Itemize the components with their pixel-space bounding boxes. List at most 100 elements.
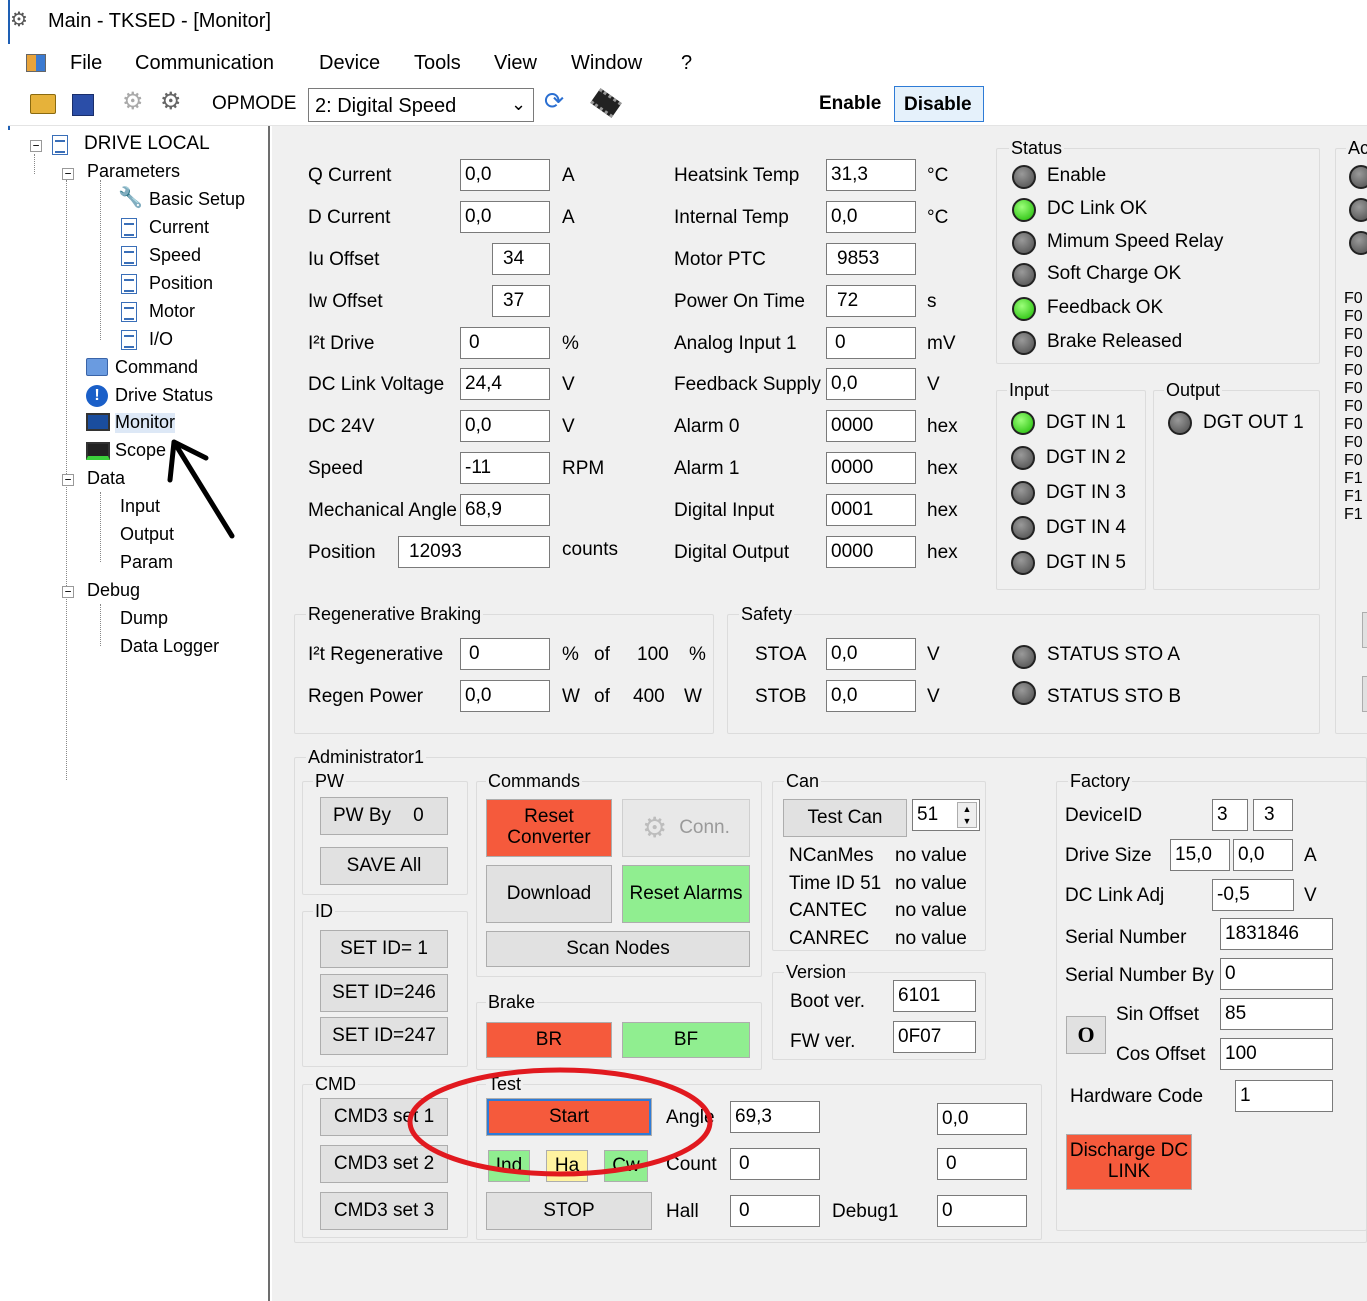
cantec-label: CANTEC — [789, 900, 868, 921]
canrec-label: CANREC — [789, 928, 870, 949]
drive-size-1[interactable]: 15,0 — [1170, 839, 1230, 871]
reset-converter-button[interactable]: Reset Converter — [486, 799, 612, 857]
menu-window[interactable]: Window — [571, 52, 642, 75]
menu-help[interactable]: ? — [681, 52, 692, 75]
reset-alarms-button[interactable]: Reset Alarms — [622, 865, 750, 923]
device-id-2[interactable]: 3 — [1253, 799, 1293, 831]
cmd3-set-3-button[interactable]: CMD3 set 3 — [320, 1192, 448, 1230]
open-folder-icon[interactable] — [30, 94, 56, 114]
gears-icon[interactable]: ⚙ — [160, 90, 182, 114]
tree-item-scope[interactable]: Scope — [115, 440, 166, 461]
set-id-246-button[interactable]: SET ID=246 — [320, 974, 448, 1012]
tree-collapse-icon[interactable]: − — [62, 168, 74, 180]
refresh-icon[interactable]: ⟳ — [544, 90, 564, 114]
opmode-select-value: 2: Digital Speed — [315, 95, 457, 117]
alarm-panel-button[interactable] — [1362, 612, 1367, 648]
tree-item-io[interactable]: I/O — [149, 329, 173, 350]
device-id-1[interactable]: 3 — [1212, 799, 1248, 831]
enable-button[interactable]: Enable — [819, 93, 881, 115]
opmode-label: OPMODE — [212, 93, 297, 114]
power-on-time-label: Power On Time — [674, 291, 805, 312]
discharge-dc-link-button[interactable]: Discharge DC LINK — [1066, 1134, 1192, 1190]
settings-gear-icon[interactable]: ⚙ — [122, 90, 144, 114]
hardware-code-value[interactable]: 1 — [1235, 1080, 1333, 1112]
menu-file[interactable]: File — [70, 52, 102, 75]
digital-input-unit: hex — [927, 500, 958, 521]
tree-item-speed[interactable]: Speed — [149, 245, 201, 266]
tree-item-command[interactable]: Command — [115, 357, 198, 378]
debug1-label: Debug1 — [832, 1201, 899, 1222]
time-id-label: Time ID 51 — [789, 873, 882, 894]
tree-item-data-logger[interactable]: Data Logger — [120, 636, 219, 657]
tree-item-position[interactable]: Position — [149, 273, 213, 294]
tree-line — [100, 604, 101, 646]
tree-item-basic-setup[interactable]: Basic Setup — [149, 189, 245, 210]
ncanmes-value: no value — [895, 845, 967, 866]
alarm1-unit: hex — [927, 458, 958, 479]
menu-communication[interactable]: Communication — [135, 52, 274, 75]
hall-value: 0 — [730, 1195, 820, 1227]
can-id-stepper[interactable]: 51 ▲ ▼ — [912, 799, 980, 831]
serial-number-by-value[interactable]: 0 — [1220, 958, 1333, 990]
set-id-1-button[interactable]: SET ID= 1 — [320, 930, 448, 968]
serial-number-value[interactable]: 1831846 — [1220, 918, 1333, 950]
tree-item-input[interactable]: Input — [120, 496, 160, 517]
position-unit: counts — [562, 539, 618, 560]
scan-nodes-button[interactable]: Scan Nodes — [486, 931, 750, 967]
tree-collapse-icon[interactable]: − — [62, 586, 74, 598]
document-icon — [121, 302, 137, 322]
download-button[interactable]: Download — [486, 865, 612, 923]
menu-device[interactable]: Device — [319, 52, 380, 75]
tree-item-drive-local[interactable]: DRIVE LOCAL — [84, 133, 210, 155]
opmode-select[interactable]: 2: Digital Speed ⌄ — [308, 88, 534, 122]
mdi-window-icon[interactable] — [26, 54, 46, 72]
tree-collapse-icon[interactable]: − — [30, 140, 42, 152]
set-id-247-button[interactable]: SET ID=247 — [320, 1017, 448, 1055]
tree-item-dump[interactable]: Dump — [120, 608, 168, 629]
input-3-label: DGT IN 3 — [1046, 482, 1126, 503]
tree-item-current[interactable]: Current — [149, 217, 209, 238]
save-icon[interactable] — [72, 94, 94, 116]
internal-temp-unit: °C — [927, 207, 949, 228]
window-title: Main - TKSED - [Monitor] — [48, 10, 272, 32]
tree-item-motor[interactable]: Motor — [149, 301, 195, 322]
conn-gear-icon: ⚙ — [642, 811, 668, 843]
alarm-panel-button[interactable] — [1362, 676, 1367, 712]
status-led-soft-charge — [1012, 263, 1036, 287]
dc-link-adj-value[interactable]: -0,5 — [1212, 879, 1294, 911]
stop-button[interactable]: STOP — [486, 1192, 652, 1230]
cantec-value: no value — [895, 900, 967, 921]
disable-button[interactable]: Disable — [894, 86, 984, 122]
conn-label: Conn. — [679, 816, 730, 838]
tree-collapse-icon[interactable]: − — [62, 474, 74, 486]
fault-code: F0 — [1344, 326, 1363, 343]
power-on-time-unit: s — [927, 291, 937, 312]
br-button[interactable]: BR — [486, 1022, 612, 1058]
conn-button[interactable]: ⚙ Conn. — [622, 799, 750, 857]
sin-offset-value[interactable]: 85 — [1220, 998, 1333, 1030]
drive-size-2[interactable]: 0,0 — [1233, 839, 1293, 871]
output-title: Output — [1164, 380, 1223, 400]
bf-button[interactable]: BF — [622, 1022, 750, 1058]
tree-item-drive-status[interactable]: Drive Status — [115, 385, 213, 406]
sto-b-label: STATUS STO B — [1047, 686, 1182, 707]
menu-tools[interactable]: Tools — [414, 52, 461, 75]
cos-offset-value[interactable]: 100 — [1220, 1038, 1333, 1070]
fault-code: F0 — [1344, 290, 1363, 307]
o-button[interactable]: O — [1066, 1016, 1106, 1054]
pw-by-button[interactable]: PW By 0 — [320, 797, 448, 835]
status-soft-charge-label: Soft Charge OK — [1047, 263, 1182, 284]
administrator-title: Administrator1 — [306, 747, 427, 767]
tree-item-param[interactable]: Param — [120, 552, 173, 573]
save-all-button[interactable]: SAVE All — [320, 847, 448, 885]
status-led-dc-link — [1012, 198, 1036, 222]
tree-item-debug[interactable]: Debug — [87, 580, 140, 601]
status-led-enable — [1012, 165, 1036, 189]
alarm0-unit: hex — [927, 416, 958, 437]
test-can-button[interactable]: Test Can — [783, 799, 907, 837]
stepper-arrows-icon[interactable]: ▲ ▼ — [957, 802, 977, 828]
pw-by-value: 0 — [413, 804, 424, 826]
tree-item-parameters[interactable]: Parameters — [87, 161, 180, 182]
tree-item-data[interactable]: Data — [87, 468, 125, 489]
menu-view[interactable]: View — [494, 52, 537, 75]
